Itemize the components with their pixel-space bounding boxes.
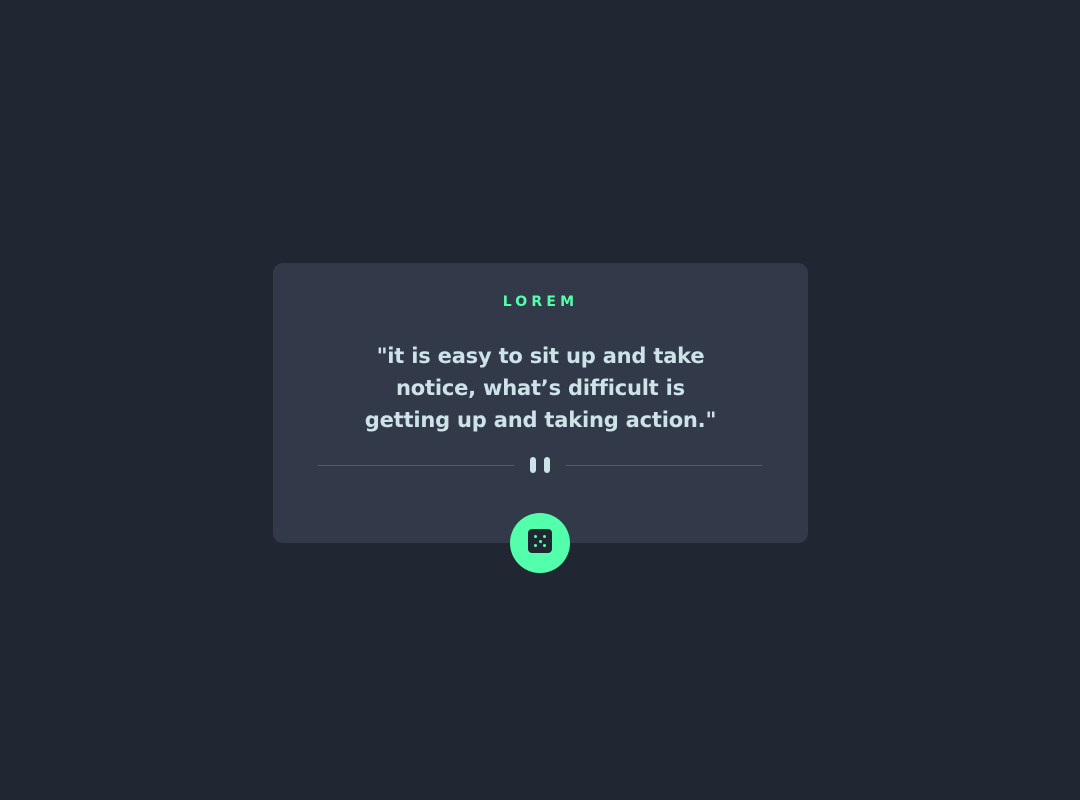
dice-pip [543, 535, 546, 538]
pause-bar-left [530, 457, 536, 473]
dice-pip [534, 544, 537, 547]
pause-icon [530, 457, 550, 473]
advice-quote: "it is easy to sit up and take notice, w… [364, 344, 717, 432]
dice-pip [534, 535, 537, 538]
divider-right-line [566, 465, 762, 466]
divider-left-line [318, 465, 514, 466]
dice-pip [538, 539, 542, 543]
pattern-divider [318, 456, 762, 474]
dice-pip [543, 544, 546, 547]
advice-card: LOREM "it is easy to sit up and take not… [273, 263, 808, 543]
advice-label: LOREM [502, 294, 579, 310]
generate-advice-button[interactable] [510, 513, 570, 573]
pause-bar-right [544, 457, 550, 473]
dice-icon [528, 529, 552, 553]
